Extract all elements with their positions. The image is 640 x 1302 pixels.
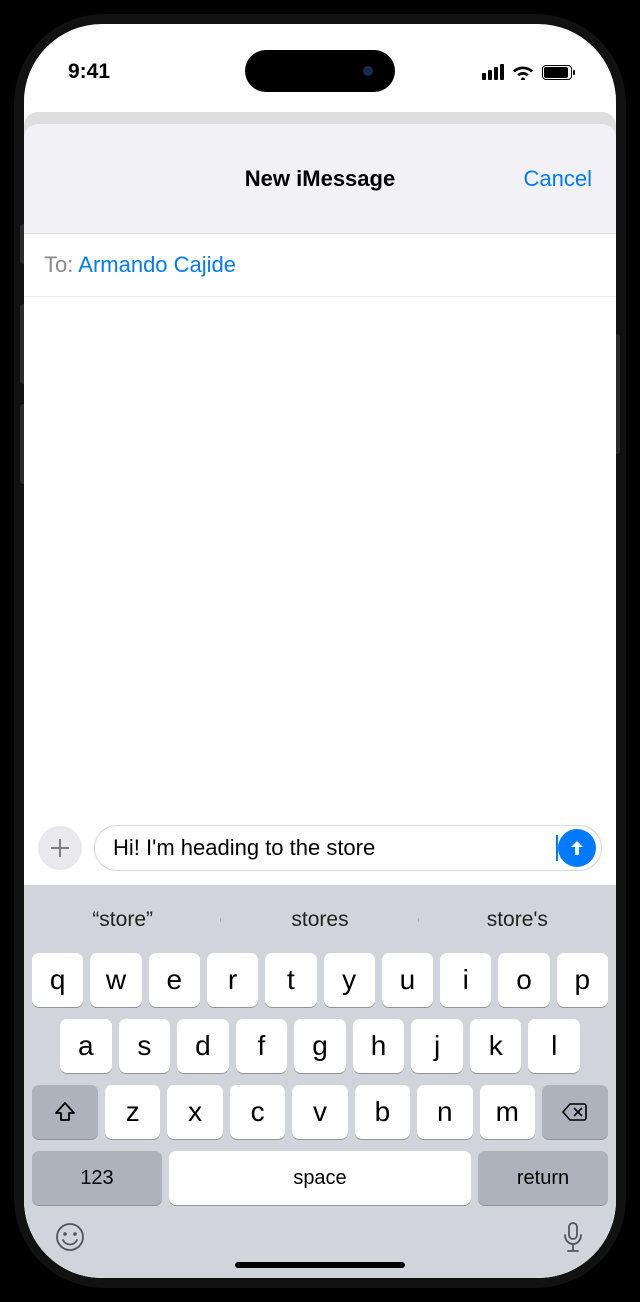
key-q[interactable]: q <box>32 953 83 1007</box>
recipient-chip[interactable]: Armando Cajide <box>78 252 236 277</box>
key-p[interactable]: p <box>557 953 608 1007</box>
suggestion-0[interactable]: “store” <box>24 908 221 932</box>
key-v[interactable]: v <box>292 1085 347 1139</box>
plus-icon <box>50 838 70 858</box>
emoji-key[interactable] <box>54 1221 86 1260</box>
backspace-key[interactable] <box>542 1085 608 1139</box>
suggestion-bar: “store” stores store's <box>24 893 616 947</box>
to-label: To: <box>44 252 73 277</box>
compose-sheet: New iMessage Cancel To: Armando Cajide H… <box>24 124 616 1278</box>
cellular-icon <box>482 64 504 80</box>
key-t[interactable]: t <box>265 953 316 1007</box>
key-h[interactable]: h <box>353 1019 405 1073</box>
cancel-button[interactable]: Cancel <box>524 166 592 192</box>
key-z[interactable]: z <box>105 1085 160 1139</box>
key-m[interactable]: m <box>480 1085 535 1139</box>
key-s[interactable]: s <box>119 1019 171 1073</box>
key-i[interactable]: i <box>440 953 491 1007</box>
dictation-key[interactable] <box>560 1221 586 1260</box>
message-input[interactable]: Hi! I'm heading to the store <box>94 825 602 871</box>
shift-icon <box>53 1100 77 1124</box>
backspace-icon <box>561 1100 589 1124</box>
numbers-key[interactable]: 123 <box>32 1151 162 1205</box>
key-f[interactable]: f <box>236 1019 288 1073</box>
add-button[interactable] <box>38 826 82 870</box>
sheet-title: New iMessage <box>245 166 395 192</box>
message-text: Hi! I'm heading to the store <box>113 835 557 861</box>
home-indicator[interactable] <box>235 1262 405 1268</box>
emoji-icon <box>54 1221 86 1253</box>
suggestion-2[interactable]: store's <box>419 908 616 932</box>
mic-icon <box>560 1221 586 1255</box>
key-o[interactable]: o <box>498 953 549 1007</box>
arrow-up-icon <box>567 838 587 858</box>
key-k[interactable]: k <box>470 1019 522 1073</box>
key-a[interactable]: a <box>60 1019 112 1073</box>
key-n[interactable]: n <box>417 1085 472 1139</box>
key-g[interactable]: g <box>294 1019 346 1073</box>
sheet-header: New iMessage Cancel <box>24 124 616 234</box>
wifi-icon <box>512 64 534 80</box>
to-field[interactable]: To: Armando Cajide <box>24 234 616 297</box>
send-button[interactable] <box>558 829 596 867</box>
dynamic-island <box>245 50 395 92</box>
status-time: 9:41 <box>68 60 110 84</box>
key-d[interactable]: d <box>177 1019 229 1073</box>
key-j[interactable]: j <box>411 1019 463 1073</box>
key-b[interactable]: b <box>355 1085 410 1139</box>
shift-key[interactable] <box>32 1085 98 1139</box>
key-x[interactable]: x <box>167 1085 222 1139</box>
input-bar: Hi! I'm heading to the store <box>24 813 616 885</box>
key-y[interactable]: y <box>324 953 375 1007</box>
key-u[interactable]: u <box>382 953 433 1007</box>
keyboard: “store” stores store's q w e r t y u i o… <box>24 885 616 1278</box>
key-l[interactable]: l <box>528 1019 580 1073</box>
return-key[interactable]: return <box>478 1151 608 1205</box>
suggestion-1[interactable]: stores <box>221 908 418 932</box>
key-e[interactable]: e <box>149 953 200 1007</box>
space-key[interactable]: space <box>169 1151 471 1205</box>
key-w[interactable]: w <box>90 953 141 1007</box>
key-c[interactable]: c <box>230 1085 285 1139</box>
battery-icon <box>542 65 572 80</box>
key-r[interactable]: r <box>207 953 258 1007</box>
conversation-area[interactable] <box>24 297 616 813</box>
